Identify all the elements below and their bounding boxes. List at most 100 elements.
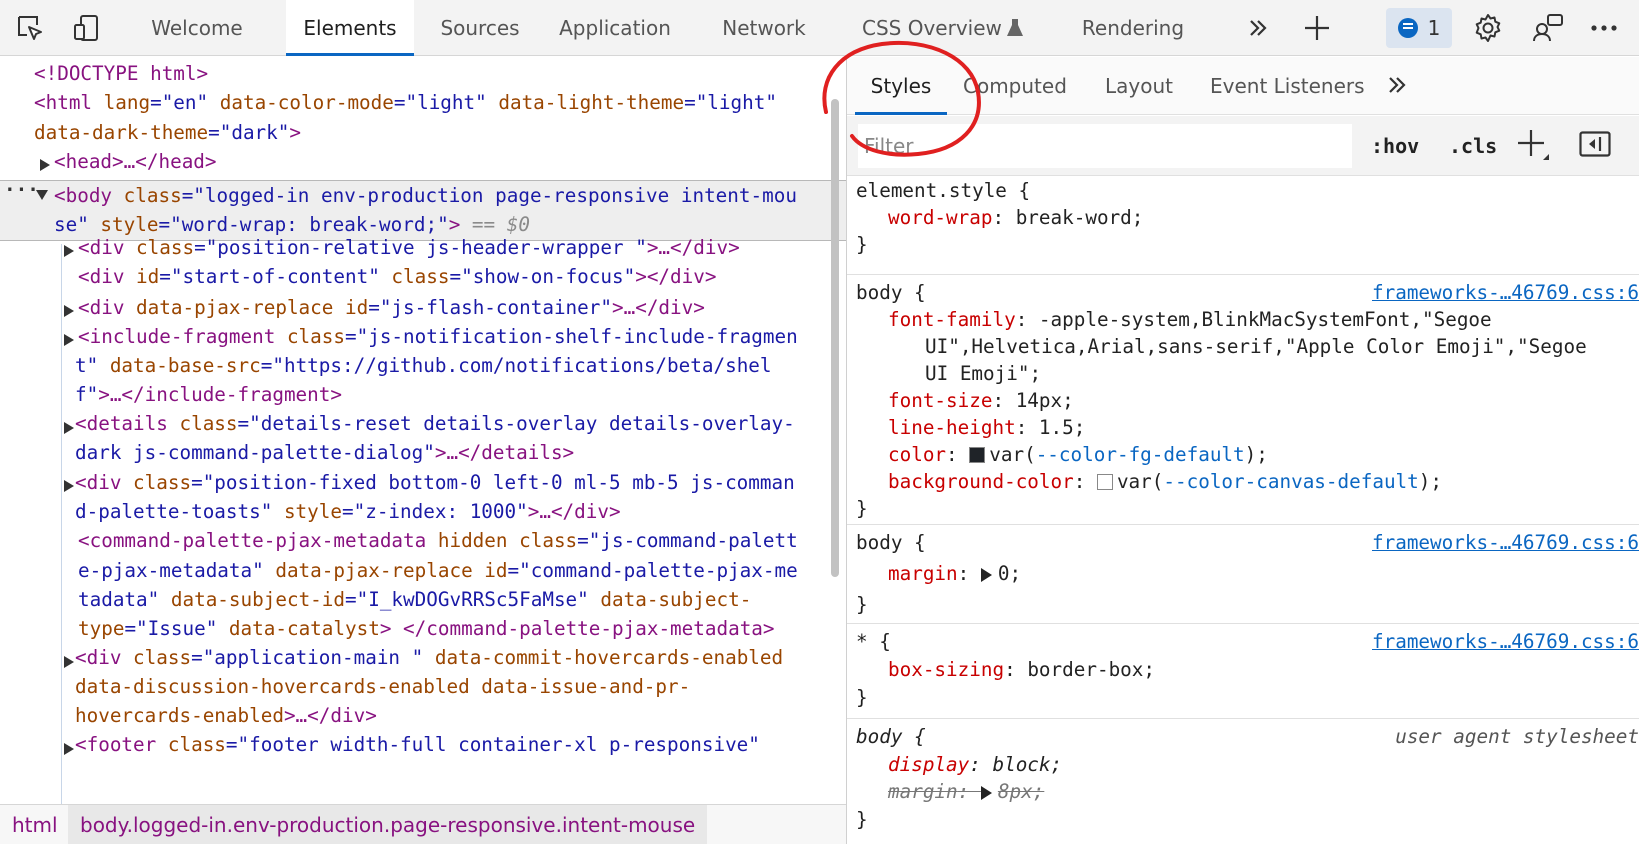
dom-node-application-main-cont1[interactable]: data-discussion-hovercards-enabled data-… bbox=[75, 672, 690, 702]
tab-network[interactable]: Network bbox=[705, 0, 823, 56]
dom-node-body[interactable]: <body class="logged-in env-production pa… bbox=[54, 181, 797, 211]
dom-node-pjax-metadata-cont2[interactable]: tadata" data-subject-id="I_kwDOGvRRSc5Fa… bbox=[78, 585, 751, 615]
styles-subtabs: Styles Computed Layout Event Listeners bbox=[847, 57, 1639, 115]
cls-toggle-button[interactable]: .cls bbox=[1449, 128, 1497, 164]
expand-triangle-icon[interactable] bbox=[64, 305, 74, 317]
dom-node-doctype[interactable]: <!DOCTYPE html> bbox=[34, 59, 208, 89]
rule-selector[interactable]: element.style { bbox=[856, 177, 1030, 204]
rule-selector[interactable]: body { bbox=[856, 723, 926, 750]
dom-node-flash-container[interactable]: <div data-pjax-replace id="js-flash-cont… bbox=[78, 293, 705, 323]
add-tool-plus-icon[interactable] bbox=[1297, 10, 1337, 46]
expand-triangle-icon[interactable] bbox=[64, 245, 74, 257]
color-swatch[interactable] bbox=[1096, 474, 1113, 490]
rule-selector[interactable]: * { bbox=[856, 628, 891, 655]
expand-triangle-icon[interactable] bbox=[64, 743, 74, 755]
node-actions-ellipsis-icon[interactable]: ··· bbox=[4, 175, 39, 205]
expand-triangle-icon[interactable] bbox=[64, 334, 74, 346]
expand-triangle-icon[interactable] bbox=[40, 159, 50, 171]
tab-layout[interactable]: Layout bbox=[1105, 57, 1173, 115]
styles-filter-input[interactable] bbox=[858, 124, 1352, 168]
dom-node-details[interactable]: <details class="details-reset details-ov… bbox=[75, 409, 795, 439]
tab-styles[interactable]: Styles bbox=[855, 57, 947, 115]
style-declaration[interactable]: line-height: 1.5; bbox=[888, 414, 1085, 441]
flask-icon bbox=[1002, 10, 1028, 46]
rule-selector[interactable]: body { bbox=[856, 529, 926, 556]
style-declaration[interactable]: background-color: var(--color-canvas-def… bbox=[888, 468, 1442, 495]
dom-node-header-wrapper[interactable]: <div class="position-relative js-header-… bbox=[78, 233, 740, 263]
declaration-value-wrap: UI Emoji"; bbox=[925, 362, 1042, 385]
settings-gear-icon[interactable] bbox=[1468, 10, 1508, 46]
expand-triangle-icon[interactable] bbox=[64, 480, 74, 492]
tab-event-listeners[interactable]: Event Listeners bbox=[1210, 57, 1365, 115]
tab-css-overview[interactable]: CSS Overview bbox=[862, 0, 1008, 56]
breadcrumb-html[interactable]: html bbox=[0, 805, 70, 844]
dom-node-pjax-metadata[interactable]: <command-palette-pjax-metadata hidden cl… bbox=[78, 526, 798, 556]
dom-node-details-cont[interactable]: dark js-command-palette-dialog">…</detai… bbox=[75, 438, 574, 468]
expand-shorthand-icon[interactable] bbox=[980, 568, 992, 582]
tab-computed[interactable]: Computed bbox=[963, 57, 1067, 115]
style-declaration[interactable]: font-size: 14px; bbox=[888, 387, 1074, 414]
collapse-triangle-icon[interactable] bbox=[36, 190, 48, 200]
rule-close-brace: } bbox=[856, 808, 868, 831]
more-subtabs-chevron-icon[interactable] bbox=[1377, 67, 1417, 103]
style-declaration[interactable]: box-sizing: border-box; bbox=[888, 656, 1155, 683]
dom-node-footer[interactable]: <footer class="footer width-full contain… bbox=[75, 730, 760, 760]
style-declaration[interactable]: margin: 0; bbox=[888, 560, 1021, 587]
dom-node-head[interactable]: <head>…</head> bbox=[54, 147, 217, 177]
dom-node-html-cont[interactable]: data-dark-theme="dark"> bbox=[34, 118, 301, 148]
dom-node-palette-toasts-cont[interactable]: d-palette-toasts" style="z-index: 1000">… bbox=[75, 497, 621, 527]
dom-node-palette-toasts[interactable]: <div class="position-fixed bottom-0 left… bbox=[75, 468, 795, 498]
more-options-icon[interactable] bbox=[1584, 10, 1624, 46]
style-declaration[interactable]: font-family: -apple-system,BlinkMacSyste… bbox=[888, 306, 1492, 333]
style-rule-element: element.style { word-wrap: break-word; } bbox=[847, 177, 1639, 275]
tab-application[interactable]: Application bbox=[540, 0, 690, 56]
dom-node-pjax-metadata-cont1[interactable]: e-pjax-metadata" data-pjax-replace id="c… bbox=[78, 556, 798, 586]
feedback-icon[interactable] bbox=[1528, 10, 1568, 46]
issues-count: 1 bbox=[1427, 16, 1441, 40]
dom-node-include-fragment-end[interactable]: f">…</include-fragment> bbox=[75, 380, 342, 410]
breadcrumb-body[interactable]: body.logged-in.env-production.page-respo… bbox=[68, 805, 708, 844]
dom-scrollbar[interactable] bbox=[831, 99, 839, 577]
styles-filter-bar: :hov .cls bbox=[847, 116, 1639, 176]
rule-close-brace: } bbox=[856, 233, 868, 256]
tab-rendering[interactable]: Rendering bbox=[1072, 0, 1194, 56]
expand-triangle-icon[interactable] bbox=[64, 422, 74, 434]
dom-node-include-fragment[interactable]: <include-fragment class="js-notification… bbox=[78, 322, 798, 352]
hov-toggle-button[interactable]: :hov bbox=[1371, 128, 1419, 164]
styles-rules-list: element.style { word-wrap: break-word; }… bbox=[847, 177, 1639, 844]
rule-selector[interactable]: body { bbox=[856, 279, 926, 306]
issues-message-icon bbox=[1397, 18, 1418, 38]
expand-shorthand-icon[interactable] bbox=[980, 786, 992, 800]
overridden-declaration[interactable]: margin: 8px; bbox=[888, 778, 1044, 805]
dom-node-pjax-metadata-cont3[interactable]: type="Issue" data-catalyst> </command-pa… bbox=[78, 614, 775, 644]
more-tabs-chevron-icon[interactable] bbox=[1238, 10, 1278, 46]
dom-node-include-fragment-cont[interactable]: t" data-base-src="https://github.com/not… bbox=[75, 351, 772, 381]
devtools-toolbar: Welcome Elements Sources Application Net… bbox=[0, 0, 1639, 56]
toggle-sidebar-icon[interactable] bbox=[1575, 126, 1615, 162]
inspect-element-icon[interactable] bbox=[10, 10, 50, 46]
declaration-value-wrap: UI",Helvetica,Arial,sans-serif,"Apple Co… bbox=[925, 335, 1587, 358]
style-rule-user-agent: body { user agent stylesheet display: bl… bbox=[847, 720, 1639, 844]
style-declaration[interactable]: display: block; bbox=[888, 751, 1062, 778]
dom-node-application-main-cont2[interactable]: hovercards-enabled>…</div> bbox=[75, 701, 377, 731]
style-declaration[interactable]: word-wrap: break-word; bbox=[888, 204, 1143, 231]
dom-node-start-of-content[interactable]: <div id="start-of-content" class="show-o… bbox=[78, 262, 716, 292]
expand-triangle-icon[interactable] bbox=[64, 656, 74, 668]
user-agent-label: user agent stylesheet bbox=[1395, 725, 1639, 748]
style-declaration[interactable]: color: var(--color-fg-default); bbox=[888, 441, 1268, 468]
rule-close-brace: } bbox=[856, 497, 868, 520]
dom-node-html[interactable]: <html lang="en" data-color-mode="light" … bbox=[34, 88, 777, 118]
color-swatch[interactable] bbox=[969, 447, 986, 463]
tab-elements[interactable]: Elements bbox=[286, 0, 414, 56]
issues-counter-button[interactable]: 1 bbox=[1386, 8, 1452, 48]
device-emulation-icon[interactable] bbox=[68, 10, 108, 46]
new-style-rule-plus-icon[interactable] bbox=[1513, 126, 1553, 162]
stylesheet-source-link[interactable]: frameworks-…46769.css:6 bbox=[1372, 529, 1639, 556]
rule-close-brace: } bbox=[856, 686, 868, 709]
stylesheet-source-link[interactable]: frameworks-…46769.css:6 bbox=[1372, 279, 1639, 306]
tab-welcome[interactable]: Welcome bbox=[132, 0, 262, 56]
tab-sources[interactable]: Sources bbox=[422, 0, 538, 56]
dom-node-application-main[interactable]: <div class="application-main " data-comm… bbox=[75, 643, 783, 673]
style-rule-body-main: body { frameworks-…46769.css:6 font-fami… bbox=[847, 276, 1639, 525]
stylesheet-source-link[interactable]: frameworks-…46769.css:6 bbox=[1372, 628, 1639, 655]
